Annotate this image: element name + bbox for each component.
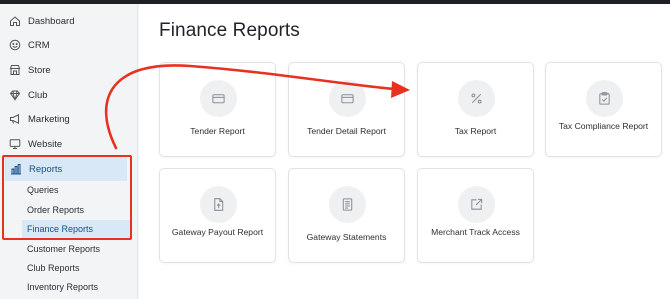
smiley-icon [9,39,21,51]
card-icon-circle [329,80,366,117]
card-icon-circle [458,186,495,223]
card-icon [212,94,225,104]
external-link-icon [471,198,483,210]
sidebar: Dashboard CRM Store Club Marketing Websi… [0,4,138,299]
sidebar-subitem-label: Inventory Reports [27,282,99,292]
sidebar-subitem-label: Queries [27,185,59,195]
sidebar-item-label: Dashboard [28,15,75,27]
card-icon-circle [458,80,495,117]
sidebar-subitem-label: Customer Reports [27,244,101,254]
sidebar-item-label: Store [28,64,51,76]
card-label: Merchant Track Access [431,227,520,237]
clipboard-check-icon [599,92,610,105]
sidebar-item-dashboard[interactable]: Dashboard [0,9,138,33]
card-label: Tender Detail Report [307,126,386,136]
sidebar-subitem-label: Finance Reports [27,224,94,234]
file-upload-icon [214,198,224,211]
card-icon-circle [329,186,366,223]
sidebar-subitem-finance-reports[interactable]: Finance Reports [22,220,130,238]
card-icon [341,94,354,104]
card-label: Gateway Statements [306,232,387,242]
sidebar-item-label: Marketing [28,113,70,125]
card-label: Tender Report [190,126,245,136]
sidebar-item-label: Club [28,89,48,101]
report-card-tax-compliance-report[interactable]: Tax Compliance Report [545,62,662,157]
report-card-gateway-statements[interactable]: Gateway Statements [288,168,405,263]
main-content: Finance Reports Tender Report Tender Det… [139,4,670,299]
sidebar-subitem-label: Club Reports [27,263,80,273]
sidebar-subitem-customer-reports[interactable]: Customer Reports [22,240,130,258]
page-title: Finance Reports [159,20,300,41]
sidebar-item-reports[interactable]: Reports [5,157,127,181]
sidebar-item-club[interactable]: Club [0,83,138,107]
store-icon [9,64,21,76]
home-icon [9,15,21,27]
card-label: Tax Report [454,126,497,136]
card-icon-circle [200,80,237,117]
report-card-gateway-payout-report[interactable]: Gateway Payout Report [159,168,276,263]
sidebar-item-label: CRM [28,39,50,51]
sidebar-item-website[interactable]: Website [0,132,138,156]
sidebar-subitem-inventory-reports[interactable]: Inventory Reports [22,278,130,296]
card-label: Gateway Payout Report [171,227,264,237]
report-card-tender-report[interactable]: Tender Report [159,62,276,157]
sidebar-item-marketing[interactable]: Marketing [0,107,138,131]
diamond-icon [9,89,21,101]
sidebar-subitem-label: Order Reports [27,205,85,215]
report-card-tax-report[interactable]: Tax Report [417,62,534,157]
card-icon-circle [200,186,237,223]
sidebar-subitem-queries[interactable]: Queries [22,181,130,199]
bar-chart-icon [10,163,22,175]
sidebar-item-label: Website [28,138,63,150]
report-card-tender-detail-report[interactable]: Tender Detail Report [288,62,405,157]
percent-icon [471,93,482,104]
sidebar-item-label: Reports [29,163,63,175]
sidebar-item-crm[interactable]: CRM [0,33,138,57]
sidebar-subitem-order-reports[interactable]: Order Reports [22,201,130,219]
sidebar-subitem-club-reports[interactable]: Club Reports [22,259,130,277]
card-icon-circle [586,80,623,117]
monitor-icon [9,138,21,150]
megaphone-icon [9,113,21,125]
sidebar-item-store[interactable]: Store [0,58,138,82]
document-lines-icon [342,198,353,211]
report-card-merchant-track-access[interactable]: Merchant Track Access [417,168,534,263]
card-label: Tax Compliance Report [558,121,649,131]
